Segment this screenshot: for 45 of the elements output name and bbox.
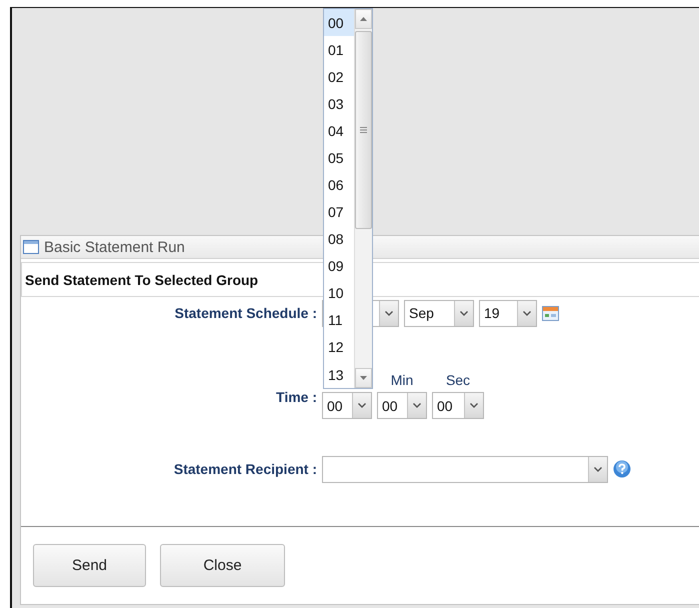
dropdown-option[interactable]: 03 xyxy=(324,90,354,118)
day-select[interactable]: 19 xyxy=(479,300,537,326)
recipient-select[interactable] xyxy=(322,456,608,482)
dropdown-option[interactable]: 08 xyxy=(324,226,354,253)
scroll-down-button[interactable] xyxy=(355,368,372,388)
close-button[interactable]: Close xyxy=(160,544,285,587)
dropdown-option[interactable]: 04 xyxy=(324,117,354,144)
minute-label: Min xyxy=(390,372,414,390)
dropdown-option[interactable]: 13 xyxy=(324,361,354,388)
minute-select[interactable]: 00 xyxy=(377,392,427,419)
second-select[interactable]: 00 xyxy=(432,392,484,419)
chevron-down-icon xyxy=(385,310,393,316)
second-label: Sec xyxy=(446,372,470,390)
dropdown-option[interactable]: 10 xyxy=(324,280,354,307)
chevron-down-icon xyxy=(594,466,602,472)
triangle-down-icon xyxy=(360,376,367,380)
dropdown-option[interactable]: 06 xyxy=(324,171,354,199)
chevron-down-icon xyxy=(523,310,531,316)
calendar-icon[interactable] xyxy=(542,306,559,320)
dropdown-option[interactable]: 01 xyxy=(324,36,354,64)
dialog-title: Basic Statement Run xyxy=(44,238,185,256)
window-icon xyxy=(23,240,39,254)
dropdown-option[interactable]: 00 xyxy=(324,9,354,36)
month-select[interactable]: Sep xyxy=(404,300,474,326)
field-label: Statement Recipient : xyxy=(172,461,318,477)
dropdown-option[interactable]: 02 xyxy=(324,63,354,90)
send-button[interactable]: Send xyxy=(33,544,146,587)
field-label: Time : xyxy=(275,389,318,405)
help-icon[interactable] xyxy=(613,460,631,478)
triangle-up-icon xyxy=(360,17,367,21)
chevron-down-icon xyxy=(470,403,478,408)
field-label: Statement Schedule : xyxy=(174,305,318,321)
dropdown-option[interactable]: 05 xyxy=(324,144,354,172)
scrollbar-thumb[interactable] xyxy=(355,31,372,229)
section-title: Send Statement To Selected Group xyxy=(25,272,258,288)
dropdown-option[interactable]: 12 xyxy=(324,334,354,362)
chevron-down-icon xyxy=(413,403,421,408)
dropdown-option[interactable]: 07 xyxy=(324,198,354,226)
scroll-up-button[interactable] xyxy=(355,9,372,29)
chevron-down-icon xyxy=(460,310,468,316)
dropdown-option[interactable]: 11 xyxy=(324,306,354,334)
hour-select[interactable]: 00 xyxy=(322,392,372,419)
grip-icon xyxy=(360,127,367,133)
dropdown-option[interactable]: 09 xyxy=(324,252,354,280)
chevron-down-icon xyxy=(358,403,366,408)
